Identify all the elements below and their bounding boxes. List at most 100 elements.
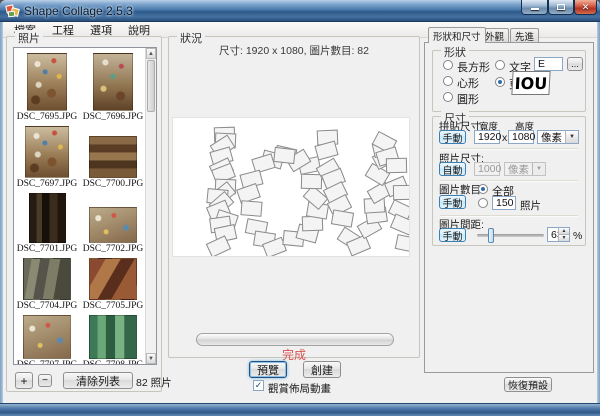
separator (440, 148, 578, 149)
spacing-slider-handle[interactable] (488, 228, 494, 243)
titlebar[interactable]: Shape Collage 2.5.3 (0, 0, 600, 22)
count-input[interactable]: 150 (492, 196, 516, 210)
photo-thumbnail[interactable] (89, 136, 137, 178)
collage-photo-rect (301, 174, 322, 190)
count-custom-radio[interactable] (478, 198, 488, 208)
photo-list-item[interactable]: DSC_7708.JPG (80, 315, 146, 365)
remove-photos-button[interactable]: − (38, 374, 52, 387)
photo-filename: DSC_7696.JPG (83, 112, 143, 122)
more-shape-preview[interactable]: IOU (511, 71, 550, 95)
photo-thumbnail[interactable] (27, 53, 67, 111)
spacing-slider[interactable] (477, 234, 544, 237)
maximize-button[interactable] (548, 0, 574, 15)
photo-size-unit-dropdown: 像素▼ (504, 162, 546, 176)
photo-filename: DSC_7708.JPG (83, 360, 143, 365)
photo-size-unit-value: 像素 (508, 162, 529, 177)
photo-list-item[interactable]: DSC_7702.JPG (80, 207, 146, 254)
collage-photo-rect (393, 185, 410, 200)
photo-list-item[interactable]: DSC_7701.JPG (14, 193, 80, 254)
shape-heart-radio[interactable] (443, 76, 453, 86)
scroll-up-icon[interactable]: ▲ (146, 48, 156, 59)
height-input[interactable]: 1080 (508, 130, 534, 144)
tab-shape-and-size[interactable]: 形狀和尺寸 (428, 27, 486, 43)
close-button[interactable]: ✕ (574, 0, 597, 15)
photo-list[interactable]: DSC_7695.JPG DSC_7696.JPG DSC_7697.JPG (13, 47, 157, 365)
shape-more-radio[interactable] (495, 77, 505, 87)
shape-text-input[interactable]: E (534, 57, 563, 71)
close-icon: ✕ (582, 3, 590, 12)
scroll-down-icon[interactable]: ▼ (146, 353, 156, 364)
photo-list-scrollbar[interactable]: ▲ ▼ (145, 48, 156, 364)
window-title: Shape Collage 2.5.3 (24, 4, 133, 18)
photo-list-item[interactable]: DSC_7695.JPG (14, 53, 80, 122)
spacing-unit-label: % (573, 230, 582, 242)
width-input[interactable]: 1920 (474, 130, 500, 144)
animation-checkbox-label[interactable]: 觀賞佈局動畫 (268, 381, 331, 396)
shape-group-label: 形狀 (441, 44, 469, 60)
separator (440, 180, 578, 181)
count-all-radio[interactable] (478, 184, 488, 194)
photo-filename: DSC_7705.JPG (83, 301, 143, 311)
minimize-button[interactable] (521, 0, 548, 15)
spacing-input[interactable]: 63 ▲▼ (547, 227, 570, 242)
photo-thumbnail[interactable] (89, 258, 137, 300)
photo-size-input: 1000 (474, 162, 500, 176)
progress-bar (196, 333, 394, 346)
times-label: x (502, 132, 507, 144)
photo-filename: DSC_7702.JPG (83, 244, 143, 254)
tab-advanced[interactable]: 先進 (510, 28, 539, 43)
photo-list-item[interactable]: DSC_7696.JPG (80, 53, 146, 122)
shape-text-radio[interactable] (495, 60, 505, 70)
shape-rectangle-label[interactable]: 長方形 (457, 59, 490, 75)
shape-circle-label[interactable]: 圓形 (457, 91, 479, 107)
photo-count-label: 82 照片 (136, 375, 172, 390)
collage-photo-rect (273, 147, 295, 164)
photo-thumbnail[interactable] (25, 126, 69, 178)
photo-list-item[interactable]: DSC_7697.JPG (14, 126, 80, 189)
create-button[interactable]: 創建 (303, 361, 341, 378)
add-photos-button[interactable]: + (15, 372, 33, 389)
window-frame-bottom[interactable] (0, 403, 600, 416)
collage-size-unit-value: 像素 (541, 130, 562, 145)
collage-size-manual-button[interactable]: 手動 (439, 130, 466, 144)
photo-thumbnail[interactable] (93, 53, 133, 111)
photo-filename: DSC_7701.JPG (17, 244, 77, 254)
photo-thumbnail[interactable] (89, 207, 137, 243)
photo-count-manual-button[interactable]: 手動 (439, 195, 466, 209)
photo-size-auto-button[interactable]: 自動 (439, 162, 466, 176)
spacing-manual-button[interactable]: 手動 (439, 228, 466, 242)
photo-list-item[interactable]: DSC_7700.JPG (80, 136, 146, 189)
preview-button[interactable]: 預覽 (249, 361, 287, 378)
photo-thumbnail[interactable] (23, 258, 71, 300)
photo-list-item[interactable]: DSC_7705.JPG (80, 258, 146, 311)
photo-thumbnail[interactable] (29, 193, 66, 243)
collage-preview-canvas (172, 117, 410, 257)
scrollbar-thumb[interactable] (147, 60, 155, 112)
clear-list-button[interactable]: 清除列表 (63, 372, 133, 389)
dropdown-arrow-icon: ▼ (532, 163, 545, 175)
collage-size-unit-dropdown[interactable]: 像素▼ (537, 130, 579, 144)
collage-info-label: 尺寸: 1920 x 1080, 圖片數目: 82 (169, 43, 419, 58)
count-unit-label: 照片 (520, 198, 541, 213)
spacing-spinner[interactable]: ▲▼ (558, 228, 569, 241)
restore-defaults-button[interactable]: 恢復預設 (504, 377, 552, 392)
shape-rectangle-radio[interactable] (443, 60, 453, 70)
shape-circle-radio[interactable] (443, 92, 453, 102)
spin-down-icon[interactable]: ▼ (559, 234, 569, 241)
collage-photo-rect (240, 200, 262, 217)
animation-checkbox[interactable]: ✓ (253, 380, 264, 391)
app-window: Shape Collage 2.5.3 ✕ 檔案工程選項說明 照片 DSC_76… (0, 0, 600, 416)
dropdown-arrow-icon: ▼ (565, 131, 578, 143)
photo-filename: DSC_7695.JPG (17, 112, 77, 122)
progress-done-label: 完成 (168, 346, 420, 363)
photo-thumbnail[interactable] (23, 315, 71, 359)
photo-list-item[interactable]: DSC_7707.JPG (14, 315, 80, 365)
shape-heart-label[interactable]: 心形 (457, 75, 479, 91)
minimize-icon (531, 8, 539, 10)
separator (440, 215, 578, 216)
size-group: 尺寸 拼貼尺寸: 寬度 高度 手動 1920 x 1080 像素▼ 照片尺寸: … (432, 116, 586, 246)
photos-group: 照片 DSC_7695.JPG DSC_7696.JPG (6, 36, 162, 392)
photo-list-item[interactable]: DSC_7704.JPG (14, 258, 80, 311)
browse-text-button[interactable]: ... (567, 57, 583, 71)
photo-thumbnail[interactable] (89, 315, 137, 359)
